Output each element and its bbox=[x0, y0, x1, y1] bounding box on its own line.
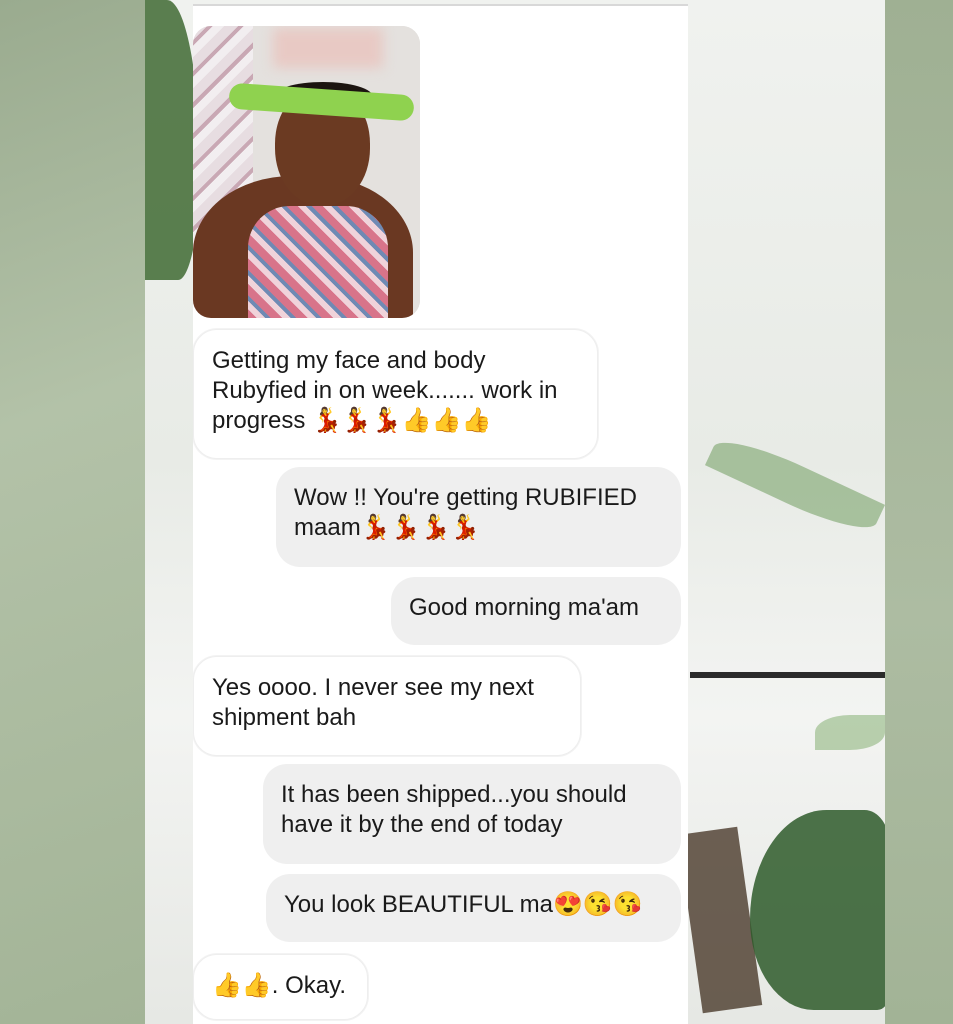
leaf-decoration bbox=[145, 0, 200, 280]
background-right-panel bbox=[883, 0, 953, 1024]
blurred-area bbox=[273, 28, 383, 68]
shelf-decoration bbox=[690, 672, 885, 678]
message-bubble-outgoing[interactable]: You look BEAUTIFUL ma😍😘😘 bbox=[266, 874, 681, 942]
message-bubble-incoming[interactable]: Yes oooo. I never see my next shipment b… bbox=[193, 656, 581, 756]
message-bubble-outgoing[interactable]: Good morning ma'am bbox=[391, 577, 681, 645]
chat-screenshot: Getting my face and body Rubyfied in on … bbox=[193, 4, 688, 1024]
photo-clothing bbox=[248, 206, 388, 318]
message-bubble-outgoing[interactable]: It has been shipped...you should have it… bbox=[263, 764, 681, 864]
message-bubble-outgoing[interactable]: Wow !! You're getting RUBIFIED maam💃💃💃💃 bbox=[276, 467, 681, 567]
message-bubble-incoming[interactable]: Getting my face and body Rubyfied in on … bbox=[193, 329, 598, 459]
background-left-panel bbox=[0, 0, 145, 1024]
leaf-decoration bbox=[815, 715, 885, 750]
photo-message[interactable] bbox=[193, 26, 420, 318]
leaf-decoration bbox=[704, 428, 885, 542]
leaf-decoration bbox=[750, 810, 885, 1010]
divider bbox=[193, 4, 688, 6]
message-bubble-incoming[interactable]: 👍👍. Okay. bbox=[193, 954, 368, 1020]
